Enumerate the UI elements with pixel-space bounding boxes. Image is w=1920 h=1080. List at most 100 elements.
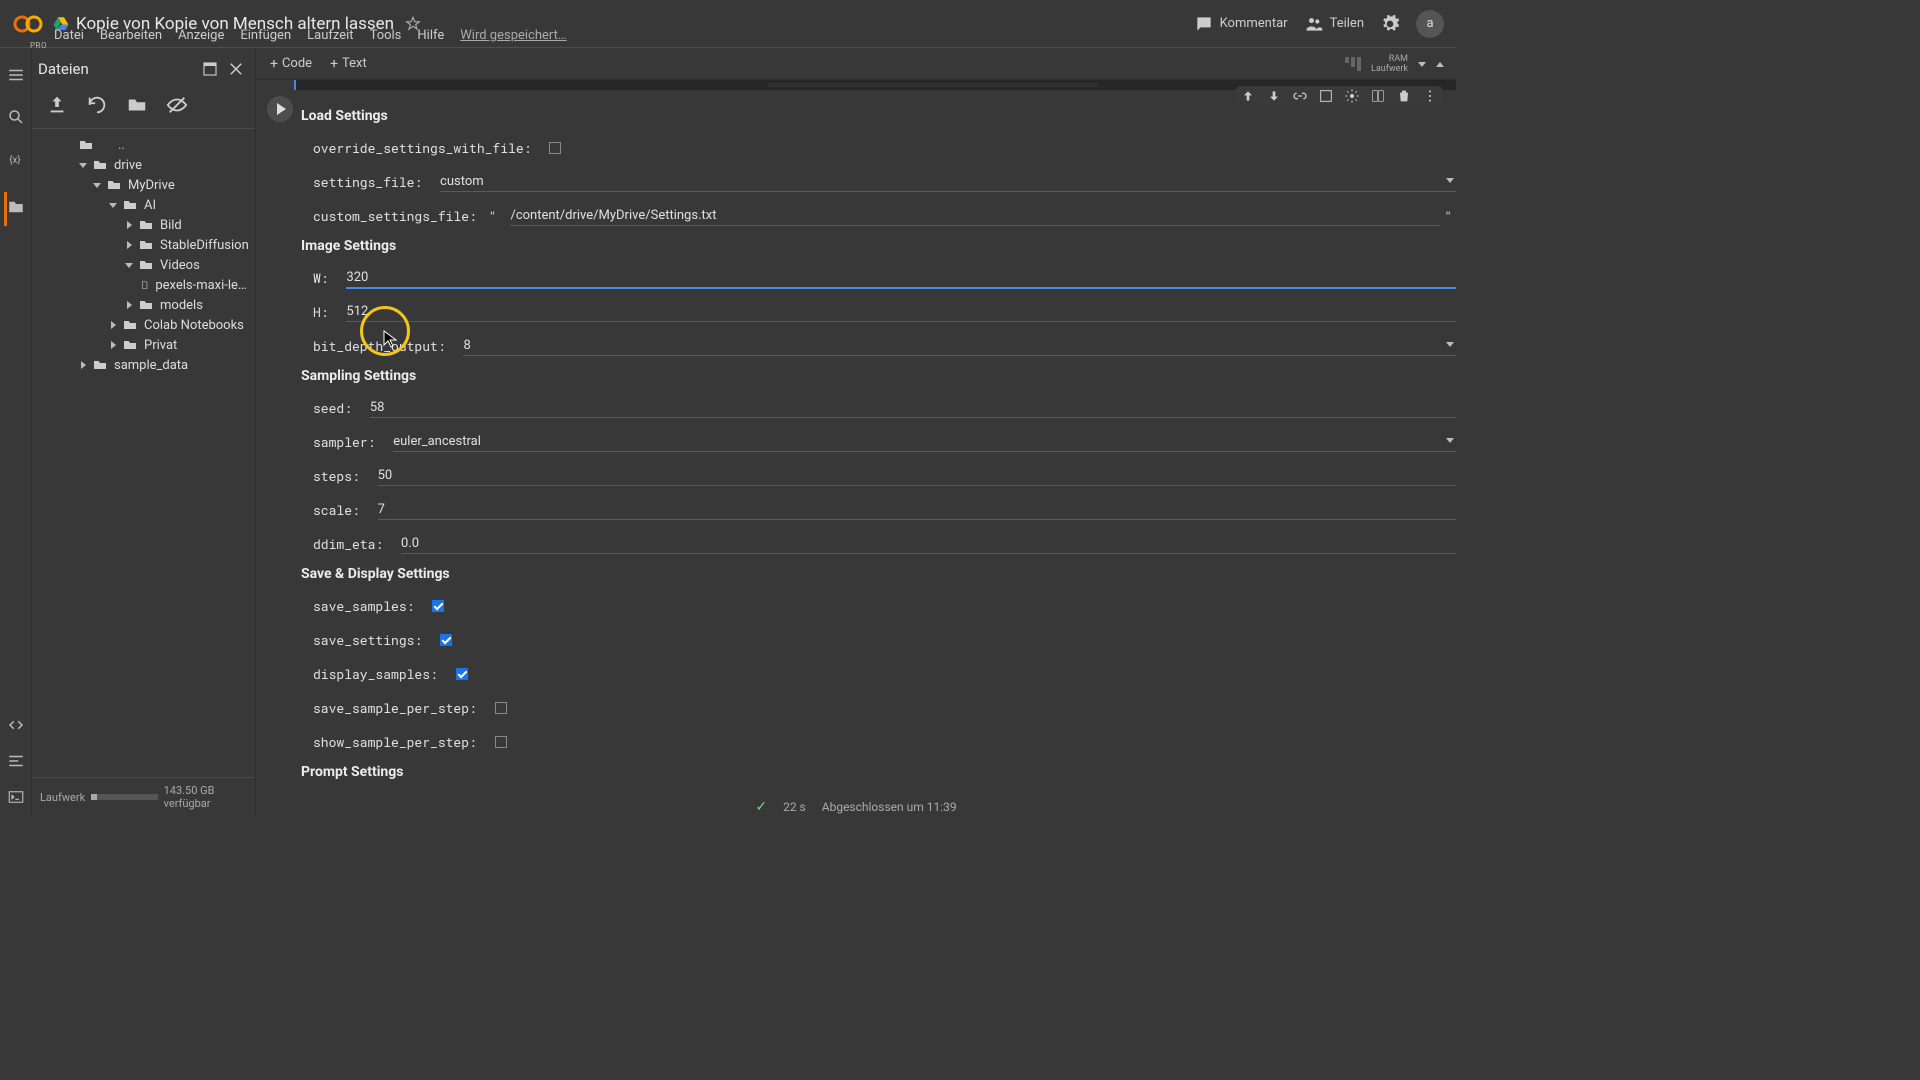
label-override: override_settings_with_file: — [313, 139, 539, 157]
people-icon — [1304, 14, 1324, 34]
save-status: Wird gespeichert… — [460, 28, 566, 43]
disk-label: Laufwerk — [40, 791, 85, 804]
checkbox-save-samples[interactable] — [432, 600, 444, 612]
refresh-icon[interactable] — [86, 94, 108, 116]
input-steps[interactable] — [378, 466, 1456, 486]
menu-file[interactable]: Datei — [54, 28, 84, 43]
upload-icon[interactable] — [46, 94, 68, 116]
file-tree[interactable]: .. drive MyDrive AI Bild StableDiffusion… — [32, 129, 255, 777]
toc-icon[interactable] — [7, 66, 25, 84]
select-sampler[interactable]: euler_ancestral — [393, 432, 1456, 452]
menu-view[interactable]: Anzeige — [178, 28, 224, 43]
label-save-per-step: save_sample_per_step: — [313, 699, 485, 717]
avatar[interactable]: a — [1416, 10, 1444, 38]
move-up-icon[interactable] — [1240, 88, 1256, 104]
input-scale[interactable] — [378, 500, 1456, 520]
left-rail: {x} — [0, 48, 32, 816]
label-settings-file: settings_file: — [313, 173, 430, 191]
move-down-icon[interactable] — [1266, 88, 1282, 104]
tree-videos[interactable]: Videos — [32, 255, 255, 275]
collapse-icon[interactable] — [1436, 62, 1444, 67]
select-bit-depth[interactable]: 8 — [463, 336, 1456, 356]
resource-dropdown-icon[interactable] — [1418, 62, 1426, 67]
checkbox-show-per-step[interactable] — [495, 736, 507, 748]
chevron-down-icon — [1446, 178, 1454, 183]
gear-icon[interactable] — [1344, 88, 1360, 104]
disk-bar — [91, 794, 157, 800]
label-custom-settings: custom_settings_file: — [313, 207, 485, 225]
label-w: W: — [313, 269, 336, 287]
run-button[interactable] — [267, 96, 293, 122]
tree-sd[interactable]: StableDiffusion — [32, 235, 255, 255]
tree-up[interactable]: .. — [32, 135, 255, 155]
edit-icon[interactable] — [1318, 88, 1334, 104]
main-area: +Code +Text RAM Laufwerk Load Settings — [256, 48, 1456, 816]
tree-sample[interactable]: sample_data — [32, 355, 255, 375]
input-seed[interactable] — [370, 398, 1456, 418]
label-sampler: sampler: — [313, 433, 383, 451]
menu-insert[interactable]: Einfügen — [240, 28, 291, 43]
checkbox-save-settings[interactable] — [440, 634, 452, 646]
menu-edit[interactable]: Bearbeiten — [100, 28, 162, 43]
menu-help[interactable]: Hilfe — [417, 28, 444, 43]
gear-icon[interactable] — [1380, 14, 1400, 34]
comment-icon — [1194, 14, 1214, 34]
terminal-icon[interactable] — [7, 788, 25, 806]
mirror-icon[interactable] — [1370, 88, 1386, 104]
section-image: Image Settings — [301, 238, 1456, 254]
folder-icon — [138, 217, 154, 233]
folder-icon — [122, 337, 138, 353]
select-settings-file[interactable]: custom — [440, 172, 1456, 192]
menu-runtime[interactable]: Laufzeit — [307, 28, 353, 43]
tree-video-file[interactable]: pexels-maxi-leiva-1314… — [32, 275, 255, 295]
checkbox-display-samples[interactable] — [456, 668, 468, 680]
menu-tools[interactable]: Tools — [370, 28, 402, 43]
section-prompt: Prompt Settings — [301, 764, 1456, 780]
sidebar-title: Dateien — [38, 60, 201, 78]
close-icon[interactable] — [227, 60, 245, 78]
input-h[interactable] — [346, 302, 1456, 322]
folder-icon — [138, 257, 154, 273]
input-w[interactable] — [346, 268, 1456, 289]
search-icon[interactable] — [7, 108, 25, 126]
tree-drive[interactable]: drive — [32, 155, 255, 175]
input-custom-settings[interactable] — [510, 206, 1440, 226]
link-icon[interactable] — [1292, 88, 1308, 104]
add-text-button[interactable]: +Text — [330, 56, 367, 72]
tree-bild[interactable]: Bild — [32, 215, 255, 235]
code-icon[interactable] — [7, 716, 25, 734]
tree-ai[interactable]: AI — [32, 195, 255, 215]
more-icon[interactable] — [1422, 88, 1438, 104]
terminal-list-icon[interactable] — [7, 752, 25, 770]
resource-labels[interactable]: RAM Laufwerk — [1371, 54, 1408, 74]
variables-icon[interactable]: {x} — [7, 150, 25, 168]
label-show-per-step: show_sample_per_step: — [313, 733, 485, 751]
folder-icon — [122, 317, 138, 333]
colab-logo[interactable]: PRO — [12, 8, 44, 40]
label-ddim: ddim_eta: — [313, 535, 391, 553]
section-save-display: Save & Display Settings — [301, 566, 1456, 582]
files-tab-active[interactable] — [4, 192, 25, 226]
new-window-icon[interactable] — [201, 60, 219, 78]
delete-icon[interactable] — [1396, 88, 1412, 104]
tree-models[interactable]: models — [32, 295, 255, 315]
tree-mydrive[interactable]: MyDrive — [32, 175, 255, 195]
input-ddim[interactable] — [401, 534, 1456, 554]
share-button[interactable]: Teilen — [1304, 14, 1364, 34]
add-code-button[interactable]: +Code — [270, 56, 312, 72]
folder-icon — [92, 157, 108, 173]
svg-text:{x}: {x} — [9, 155, 20, 166]
mount-drive-icon[interactable] — [126, 94, 148, 116]
share-label: Teilen — [1330, 16, 1364, 31]
disk-avail: 143.50 GB verfügbar — [164, 784, 247, 810]
comment-button[interactable]: Kommentar — [1194, 14, 1288, 34]
hide-icon[interactable] — [166, 94, 188, 116]
checkbox-save-per-step[interactable] — [495, 702, 507, 714]
chevron-down-icon — [1446, 342, 1454, 347]
checkbox-override[interactable] — [549, 142, 561, 154]
tree-privat[interactable]: Privat — [32, 335, 255, 355]
tree-colab[interactable]: Colab Notebooks — [32, 315, 255, 335]
form-cell: Load Settings override_settings_with_fil… — [261, 90, 1456, 810]
label-save-settings: save_settings: — [313, 631, 430, 649]
status-done: Abgeschlossen um 11:39 — [822, 800, 957, 814]
